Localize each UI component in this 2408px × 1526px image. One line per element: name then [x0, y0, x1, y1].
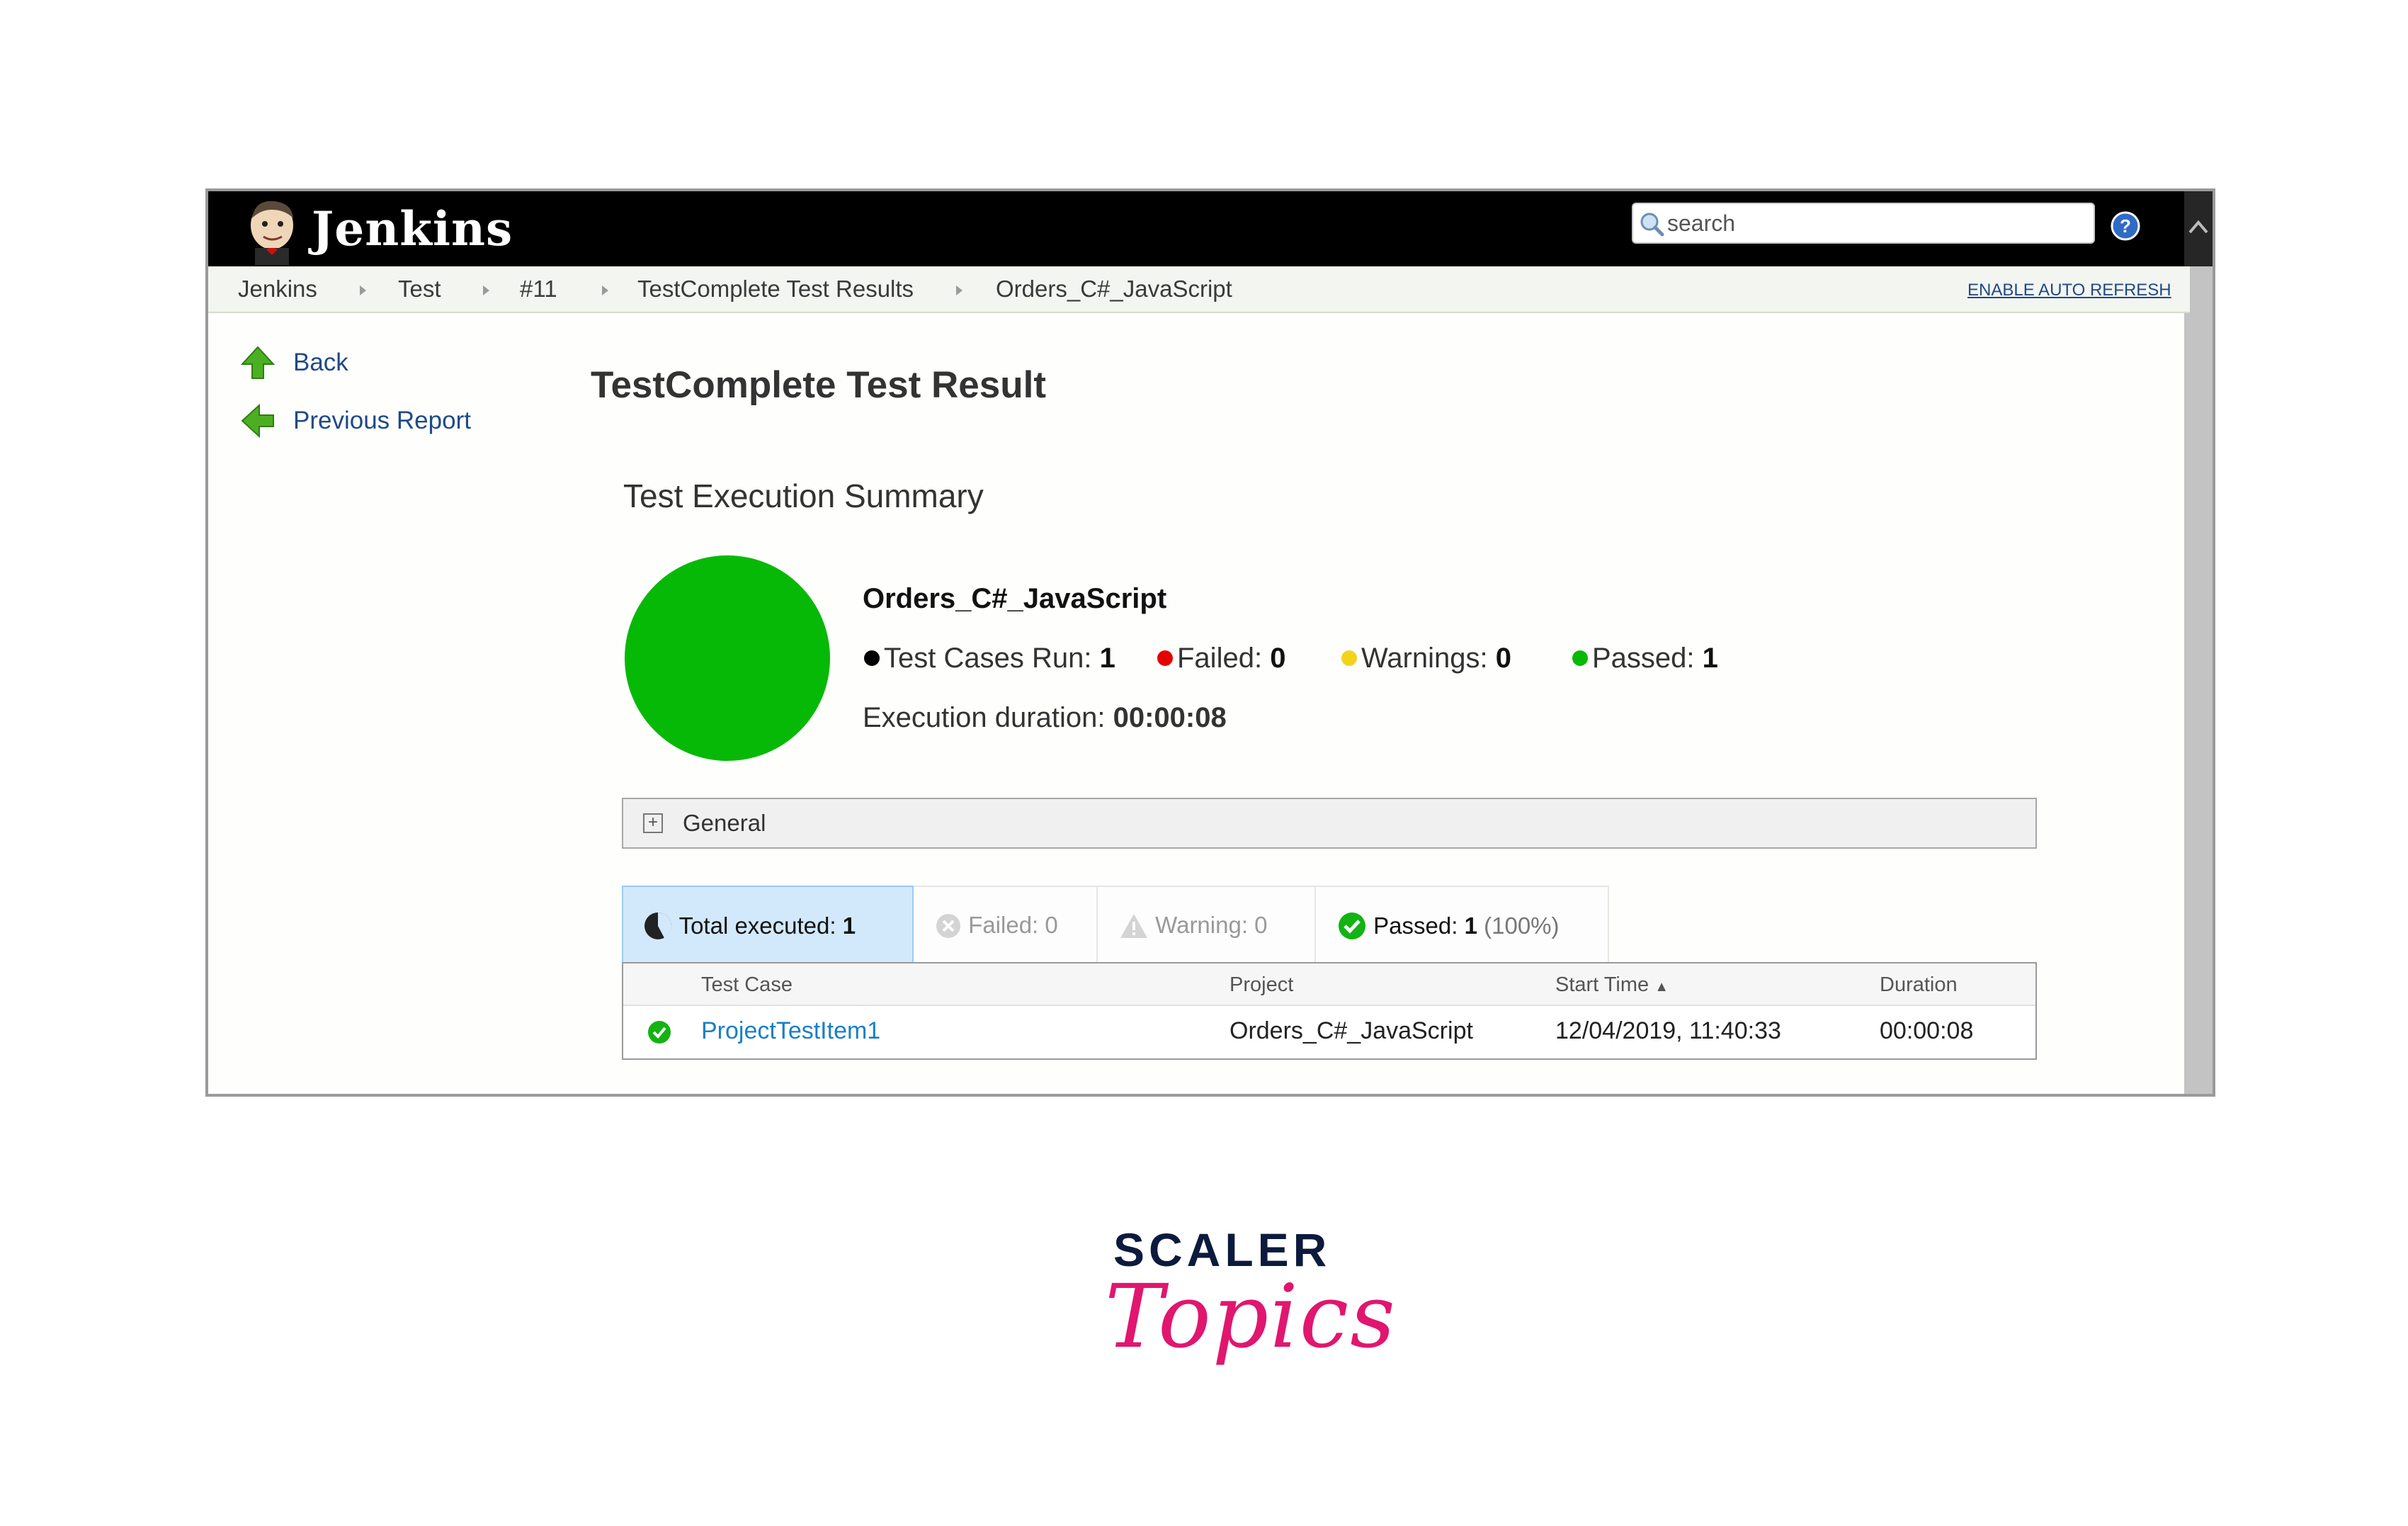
arrow-left-icon[interactable]: [239, 402, 276, 439]
tab-warning[interactable]: Warning: 0: [1098, 886, 1316, 963]
back-link[interactable]: Back: [293, 347, 348, 378]
breadcrumb: Jenkins Test #11 TestComplete Test Resul…: [208, 266, 2190, 313]
breadcrumb-test-results[interactable]: TestComplete Test Results: [637, 275, 914, 303]
expand-icon[interactable]: +: [643, 813, 663, 833]
column-start-time[interactable]: Start Time ▲: [1555, 972, 1669, 1000]
warning-icon: [1120, 914, 1147, 938]
enable-auto-refresh-link[interactable]: ENABLE AUTO REFRESH: [1967, 279, 2171, 302]
stat-warnings-value: 0: [1495, 643, 1511, 674]
passed-tab-percent: (100%): [1484, 912, 1560, 939]
column-project[interactable]: Project: [1229, 972, 1293, 997]
breadcrumb-separator-icon[interactable]: [483, 286, 489, 295]
tab-failed[interactable]: Failed: 0: [914, 886, 1098, 963]
breadcrumb-jenkins[interactable]: Jenkins: [238, 275, 317, 303]
search-input[interactable]: [1667, 207, 2085, 239]
tab-passed[interactable]: Passed: 1 (100%): [1316, 886, 1609, 963]
test-case-link[interactable]: ProjectTestItem1: [701, 1016, 880, 1046]
breadcrumb-current[interactable]: Orders_C#_JavaScript: [996, 275, 1232, 303]
jenkins-logo-icon[interactable]: [242, 197, 302, 265]
breadcrumb-test[interactable]: Test: [398, 275, 441, 303]
column-start-time-label: Start Time: [1555, 973, 1649, 996]
duration-label: Execution duration:: [863, 702, 1106, 733]
stat-test-cases-run: Test Cases Run: 1: [864, 640, 1115, 676]
general-section-toggle[interactable]: + General: [622, 798, 2037, 849]
table-header: Test Case Project Start Time ▲ Duration: [623, 963, 2035, 1006]
page-title: TestComplete Test Result: [591, 364, 1046, 406]
stat-failed: Failed: 0: [1157, 640, 1285, 676]
sort-asc-icon: ▲: [1654, 979, 1669, 995]
green-dot-icon: [1572, 650, 1588, 666]
stat-failed-label: Failed:: [1177, 643, 1263, 674]
failed-icon: [936, 914, 960, 938]
breadcrumb-build[interactable]: #11: [520, 275, 557, 303]
stat-passed-value: 1: [1702, 643, 1718, 674]
topics-logo-text: Topics: [1105, 1266, 1397, 1368]
breadcrumb-separator-icon[interactable]: [360, 286, 366, 295]
passed-tab-value: 1: [1464, 912, 1477, 939]
failed-tab-label: Failed: 0: [968, 912, 1058, 938]
red-dot-icon: [1157, 650, 1173, 666]
total-executed-label: Total executed:: [678, 912, 836, 939]
duration-value: 00:00:08: [1113, 702, 1227, 733]
browser-window: Jenkins ? Jenkins Test #11 TestComplete …: [205, 188, 2215, 1097]
breadcrumb-separator-icon[interactable]: [956, 286, 962, 295]
breadcrumb-separator-icon[interactable]: [602, 286, 608, 295]
summary-title: Test Execution Summary: [623, 477, 984, 514]
yellow-dot-icon: [1341, 650, 1357, 666]
row-duration: 00:00:08: [1880, 1017, 1974, 1044]
stat-passed-label: Passed:: [1592, 643, 1695, 674]
status-indicator: [625, 555, 830, 761]
project-name: Orders_C#_JavaScript: [863, 583, 1167, 614]
chevron-up-icon: [2188, 220, 2208, 234]
scroll-up-button[interactable]: [2184, 191, 2213, 266]
svg-text:?: ?: [2120, 215, 2131, 237]
search-box[interactable]: [1632, 203, 2095, 244]
search-icon: [1640, 213, 1664, 237]
row-project: Orders_C#_JavaScript: [1229, 1017, 1473, 1044]
tab-total-executed[interactable]: Total executed: 1: [622, 886, 914, 963]
help-icon[interactable]: ?: [2111, 211, 2140, 241]
stat-passed: Passed: 1: [1572, 640, 1718, 676]
column-duration[interactable]: Duration: [1880, 972, 1958, 997]
results-table: Test Case Project Start Time ▲ Duration …: [622, 962, 2037, 1060]
passed-tab-label: Passed:: [1373, 912, 1458, 939]
passed-check-icon: [1339, 912, 1365, 939]
arrow-up-icon[interactable]: [239, 344, 276, 381]
jenkins-brand[interactable]: Jenkins: [312, 197, 513, 261]
general-label: General: [683, 810, 766, 836]
row-start-time: 12/04/2019, 11:40:33: [1555, 1017, 1781, 1044]
previous-report-link[interactable]: Previous Report: [293, 405, 471, 436]
vertical-scrollbar[interactable]: [2184, 191, 2213, 1094]
warning-tab-label: Warning: 0: [1155, 912, 1268, 938]
black-dot-icon: [864, 650, 880, 666]
column-test-case[interactable]: Test Case: [701, 972, 793, 997]
stat-run-value: 1: [1099, 643, 1115, 674]
passed-check-icon: [648, 1021, 671, 1044]
execution-duration: Execution duration: 00:00:08: [863, 700, 1227, 735]
stat-run-label: Test Cases Run:: [884, 643, 1092, 674]
stat-warnings-label: Warnings:: [1361, 643, 1488, 674]
stat-warnings: Warnings: 0: [1341, 640, 1511, 676]
pie-chart-icon: [644, 912, 672, 939]
jenkins-header: Jenkins ?: [208, 191, 2190, 266]
stat-failed-value: 0: [1270, 643, 1286, 674]
total-executed-value: 1: [842, 912, 856, 939]
